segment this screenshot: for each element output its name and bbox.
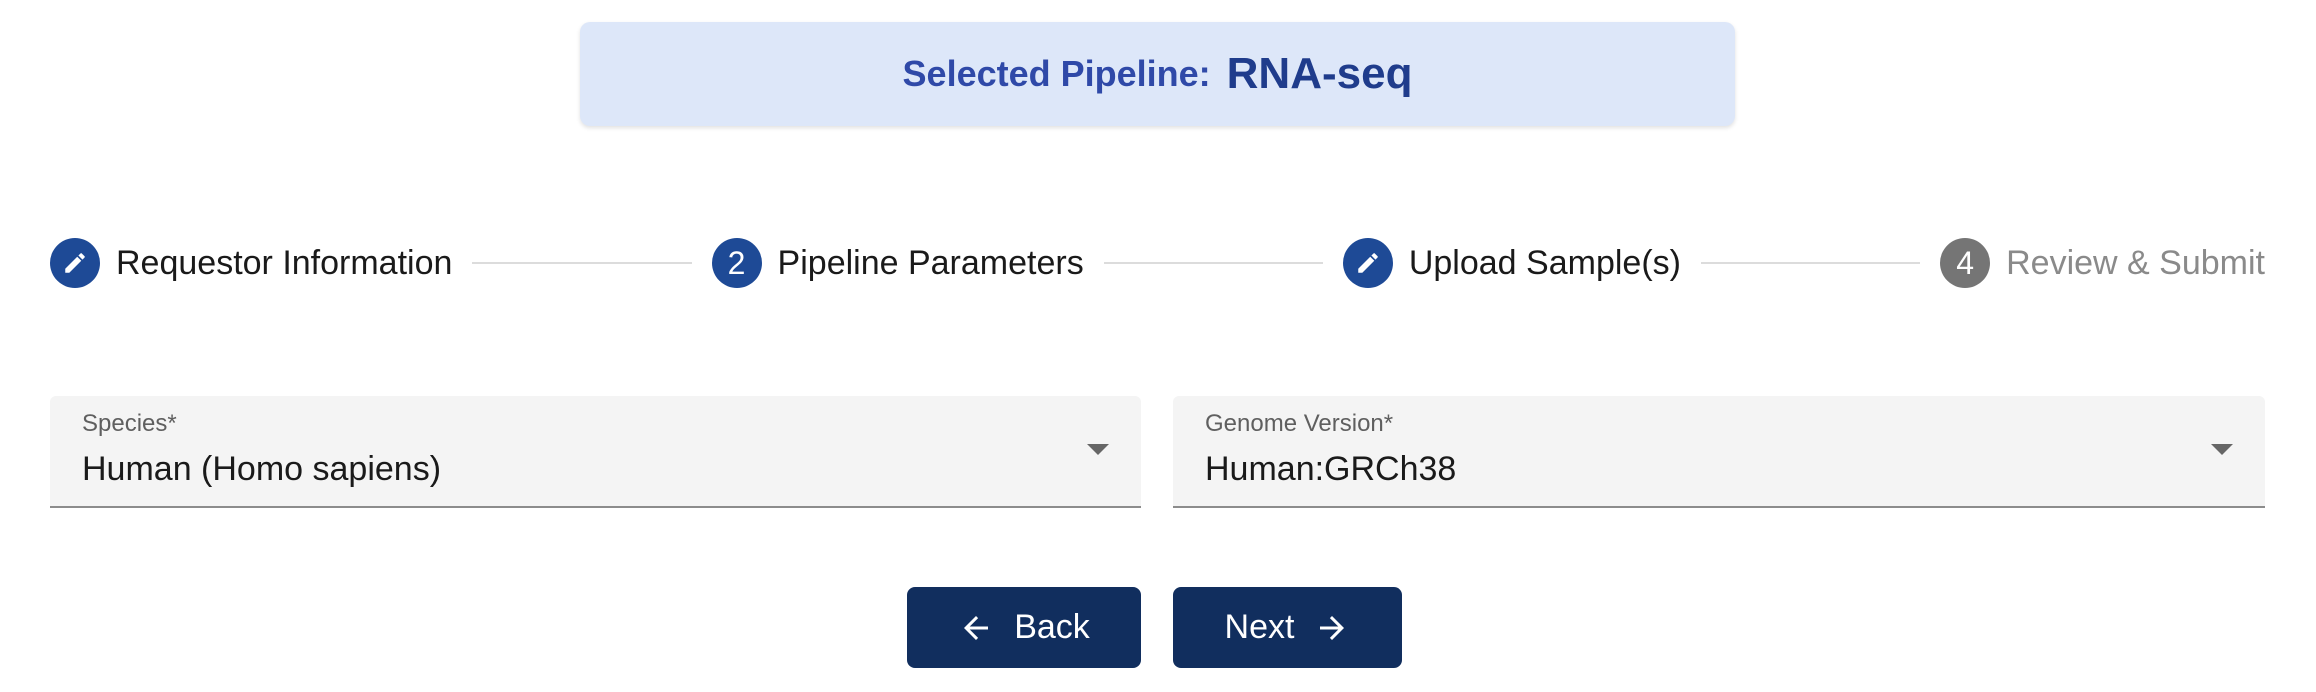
pipeline-form-page: Selected Pipeline: RNA-seq Requestor Inf…: [0, 0, 2316, 692]
genome-version-value: Human:GRCh38: [1205, 450, 1457, 488]
step-number: 2: [711, 238, 762, 288]
step-label: Upload Sample(s): [1408, 243, 1681, 282]
species-value: Human (Homo sapiens): [82, 450, 442, 488]
step-number: 4: [1940, 238, 1991, 288]
step-label: Requestor Information: [116, 243, 453, 282]
step-label: Review & Submit: [2006, 243, 2265, 282]
step-pipeline-parameters[interactable]: 2 Pipeline Parameters: [711, 238, 1084, 288]
step-connector: [1700, 262, 1921, 264]
step-upload-samples[interactable]: Upload Sample(s): [1342, 238, 1681, 288]
species-select[interactable]: Species* Human (Homo sapiens): [50, 396, 1141, 508]
dropdown-arrow-icon[interactable]: [2211, 444, 2233, 455]
next-button-label: Next: [1224, 608, 1295, 646]
arrow-left-icon: [958, 610, 994, 646]
step-label: Pipeline Parameters: [777, 243, 1084, 282]
step-requestor-information[interactable]: Requestor Information: [50, 238, 452, 288]
genome-version-label: Genome Version*: [1205, 410, 1394, 437]
back-button-label: Back: [1014, 608, 1090, 646]
arrow-right-icon: [1314, 610, 1350, 646]
selected-pipeline-banner: Selected Pipeline: RNA-seq: [580, 22, 1735, 126]
step-review-submit[interactable]: 4 Review & Submit: [1940, 238, 2265, 288]
back-button[interactable]: Back: [907, 587, 1141, 668]
next-button[interactable]: Next: [1173, 587, 1402, 668]
dropdown-arrow-icon[interactable]: [1087, 444, 1109, 455]
selected-pipeline-label: Selected Pipeline:: [902, 53, 1211, 94]
selected-pipeline-value: RNA-seq: [1226, 49, 1413, 98]
genome-version-select[interactable]: Genome Version* Human:GRCh38: [1173, 396, 2265, 508]
pencil-icon: [1342, 238, 1393, 288]
step-connector: [1103, 262, 1323, 264]
step-connector: [472, 262, 692, 264]
species-label: Species*: [82, 410, 177, 437]
stepper: Requestor Information 2 Pipeline Paramet…: [50, 237, 2265, 289]
pencil-icon: [50, 238, 100, 288]
